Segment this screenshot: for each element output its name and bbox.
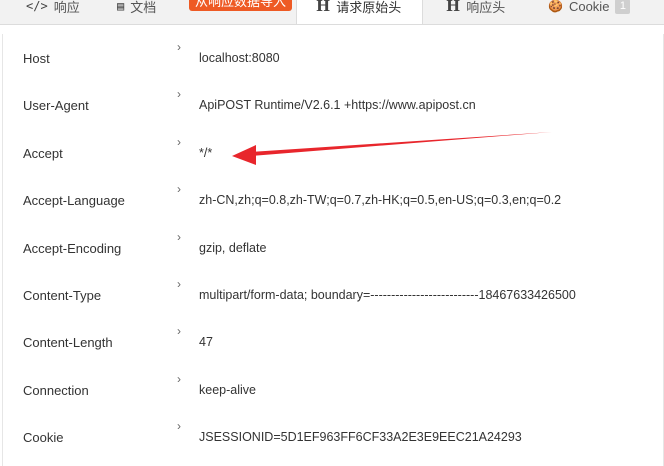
header-value: ApiPOST Runtime/V2.6.1 +https://www.apip… bbox=[199, 98, 476, 112]
header-icon: H bbox=[446, 0, 461, 15]
header-key: Host bbox=[23, 51, 50, 66]
header-value: */* bbox=[199, 146, 213, 160]
header-key: Connection bbox=[23, 383, 89, 398]
header-key: Accept-Language bbox=[23, 193, 125, 208]
tab-bar: </> 响应 ▤ 文档 从响应数据导入 H 请求原始头 H 响应头 🍪 Cook… bbox=[0, 0, 664, 25]
chevron-right-icon[interactable]: › bbox=[177, 419, 181, 433]
tab-response-headers[interactable]: H 响应头 bbox=[446, 0, 505, 21]
header-row: User-Agent › ApiPOST Runtime/V2.6.1 +htt… bbox=[3, 81, 663, 128]
header-icon: H bbox=[316, 0, 331, 15]
header-value: keep-alive bbox=[199, 383, 256, 397]
chevron-right-icon[interactable]: › bbox=[177, 135, 181, 149]
header-key: Cookie bbox=[23, 430, 64, 445]
code-icon: </> bbox=[26, 0, 48, 13]
chevron-right-icon[interactable]: › bbox=[177, 372, 181, 386]
chevron-right-icon[interactable]: › bbox=[177, 182, 181, 196]
header-key: Content-Type bbox=[23, 288, 102, 303]
header-key: User-Agent bbox=[23, 98, 89, 113]
cookie-count-badge: 1 bbox=[615, 0, 631, 14]
header-row: Cookie › JSESSIONID=5D1EF963FF6CF33A2E3E… bbox=[3, 413, 663, 460]
header-row: Content-Type › multipart/form-data; boun… bbox=[3, 271, 663, 318]
header-value: localhost:8080 bbox=[199, 51, 280, 65]
tab-docs[interactable]: ▤ 文档 bbox=[117, 0, 156, 21]
tab-raw-request-headers[interactable]: H 请求原始头 bbox=[316, 0, 401, 21]
header-row: Host › localhost:8080 bbox=[3, 34, 663, 81]
header-value: JSESSIONID=5D1EF963FF6CF33A2E3E9EEC21A24… bbox=[199, 430, 522, 444]
tab-cookie-label: Cookie bbox=[568, 0, 610, 14]
header-row: Accept › */* bbox=[3, 129, 663, 176]
header-key: Content-Length bbox=[23, 335, 113, 350]
header-row: Connection › keep-alive bbox=[3, 366, 663, 413]
header-row: Content-Length › 47 bbox=[3, 318, 663, 365]
header-value: multipart/form-data; boundary=----------… bbox=[199, 288, 576, 302]
tab-response[interactable]: </> 响应 bbox=[26, 0, 80, 21]
header-row: Accept-Encoding › gzip, deflate bbox=[3, 224, 663, 271]
chevron-right-icon[interactable]: › bbox=[177, 324, 181, 338]
tab-docs-label: 文档 bbox=[130, 0, 157, 15]
raw-request-headers-table: Host › localhost:8080 User-Agent › ApiPO… bbox=[2, 34, 664, 466]
tab-cookie[interactable]: 🍪 Cookie 1 bbox=[548, 0, 631, 21]
cookie-icon: 🍪 bbox=[548, 0, 563, 13]
header-key: Accept bbox=[23, 146, 63, 161]
header-value: gzip, deflate bbox=[199, 241, 267, 255]
document-icon: ▤ bbox=[117, 0, 125, 13]
header-key: Accept-Encoding bbox=[23, 241, 122, 256]
tab-response-headers-label: 响应头 bbox=[466, 0, 506, 15]
header-value: 47 bbox=[199, 335, 213, 349]
header-row: Accept-Language › zh-CN,zh;q=0.8,zh-TW;q… bbox=[3, 176, 663, 223]
tab-response-label: 响应 bbox=[53, 0, 80, 15]
chevron-right-icon[interactable]: › bbox=[177, 40, 181, 54]
chevron-right-icon[interactable]: › bbox=[177, 230, 181, 244]
chevron-right-icon[interactable]: › bbox=[177, 277, 181, 291]
tab-raw-request-headers-label: 请求原始头 bbox=[336, 0, 402, 15]
header-value: zh-CN,zh;q=0.8,zh-TW;q=0.7,zh-HK;q=0.5,e… bbox=[199, 193, 562, 207]
chevron-right-icon[interactable]: › bbox=[177, 87, 181, 101]
import-from-response-button[interactable]: 从响应数据导入 bbox=[189, 0, 293, 11]
